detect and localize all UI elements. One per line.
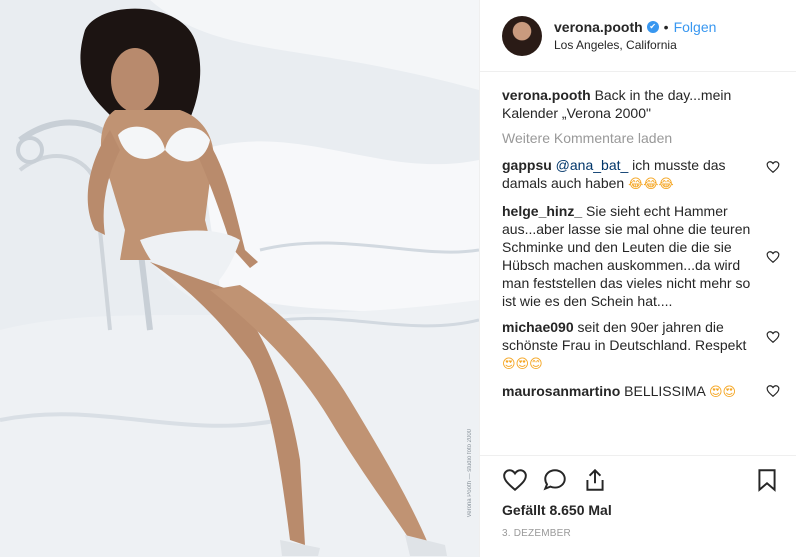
comment-item: gappsu @ana_bat_ ich musste das damals a… xyxy=(502,156,780,194)
header-separator: • xyxy=(663,18,669,35)
comment-username[interactable]: michae090 xyxy=(502,319,574,335)
comment-icon[interactable] xyxy=(542,467,568,493)
header-line: verona.pooth ✔ • Folgen xyxy=(554,18,716,36)
comments-list: verona.pooth Back in the day...mein Kale… xyxy=(480,72,796,402)
header-username[interactable]: verona.pooth xyxy=(554,18,643,36)
location-link[interactable]: Los Angeles, California xyxy=(554,36,716,54)
photo-side-caption: Verona Pooth — studio foto 2000 xyxy=(467,428,473,517)
avatar[interactable] xyxy=(502,15,542,56)
bookmark-icon[interactable] xyxy=(754,467,780,493)
post-photo[interactable]: Verona Pooth — studio foto 2000 xyxy=(0,0,479,557)
post-date[interactable]: 3. DEZEMBER xyxy=(502,528,780,539)
post-header: verona.pooth ✔ • Folgen Los Angeles, Cal… xyxy=(480,0,796,72)
comment-like-heart-icon[interactable] xyxy=(766,330,780,344)
header-text: verona.pooth ✔ • Folgen Los Angeles, Cal… xyxy=(554,18,716,54)
load-more-comments-button[interactable]: Weitere Kommentare laden xyxy=(502,130,780,146)
comment-like-heart-icon[interactable] xyxy=(766,160,780,174)
verified-badge-icon: ✔ xyxy=(646,20,659,33)
instagram-post: Verona Pooth — studio foto 2000 verona.p… xyxy=(0,0,796,557)
caption-username[interactable]: verona.pooth xyxy=(502,87,591,103)
photo-illustration xyxy=(0,0,479,557)
comment-item: michae090 seit den 90er jahren die schön… xyxy=(502,318,780,374)
heart-icon[interactable] xyxy=(502,467,528,493)
post-caption: verona.pooth Back in the day...mein Kale… xyxy=(502,86,780,122)
post-actions: Gefällt 8.650 Mal 3. DEZEMBER xyxy=(480,455,796,557)
share-icon[interactable] xyxy=(582,467,608,493)
follow-button[interactable]: Folgen xyxy=(674,18,717,36)
comment-username[interactable]: gappsu xyxy=(502,157,552,173)
comment-like-heart-icon[interactable] xyxy=(766,384,780,398)
comment-like-heart-icon[interactable] xyxy=(766,250,780,264)
post-sidebar: verona.pooth ✔ • Folgen Los Angeles, Cal… xyxy=(479,0,796,557)
comment-emoji: 😍😍 xyxy=(708,385,737,400)
comment-username[interactable]: maurosanmartino xyxy=(502,383,620,399)
comment-emoji: 😂😂😂 xyxy=(628,177,674,192)
likes-count[interactable]: Gefällt 8.650 Mal xyxy=(502,502,780,518)
comment-emoji: 😍😍😊 xyxy=(502,357,543,372)
comment-mention[interactable]: @ana_bat_ xyxy=(556,157,629,173)
comment-username[interactable]: helge_hinz_ xyxy=(502,203,582,219)
action-icons xyxy=(502,462,780,498)
comment-item: maurosanmartino BELLISSIMA 😍😍 xyxy=(502,382,780,402)
comment-text: BELLISSIMA xyxy=(624,383,709,399)
comment-item: helge_hinz_ Sie sieht echt Hammer aus...… xyxy=(502,202,780,310)
